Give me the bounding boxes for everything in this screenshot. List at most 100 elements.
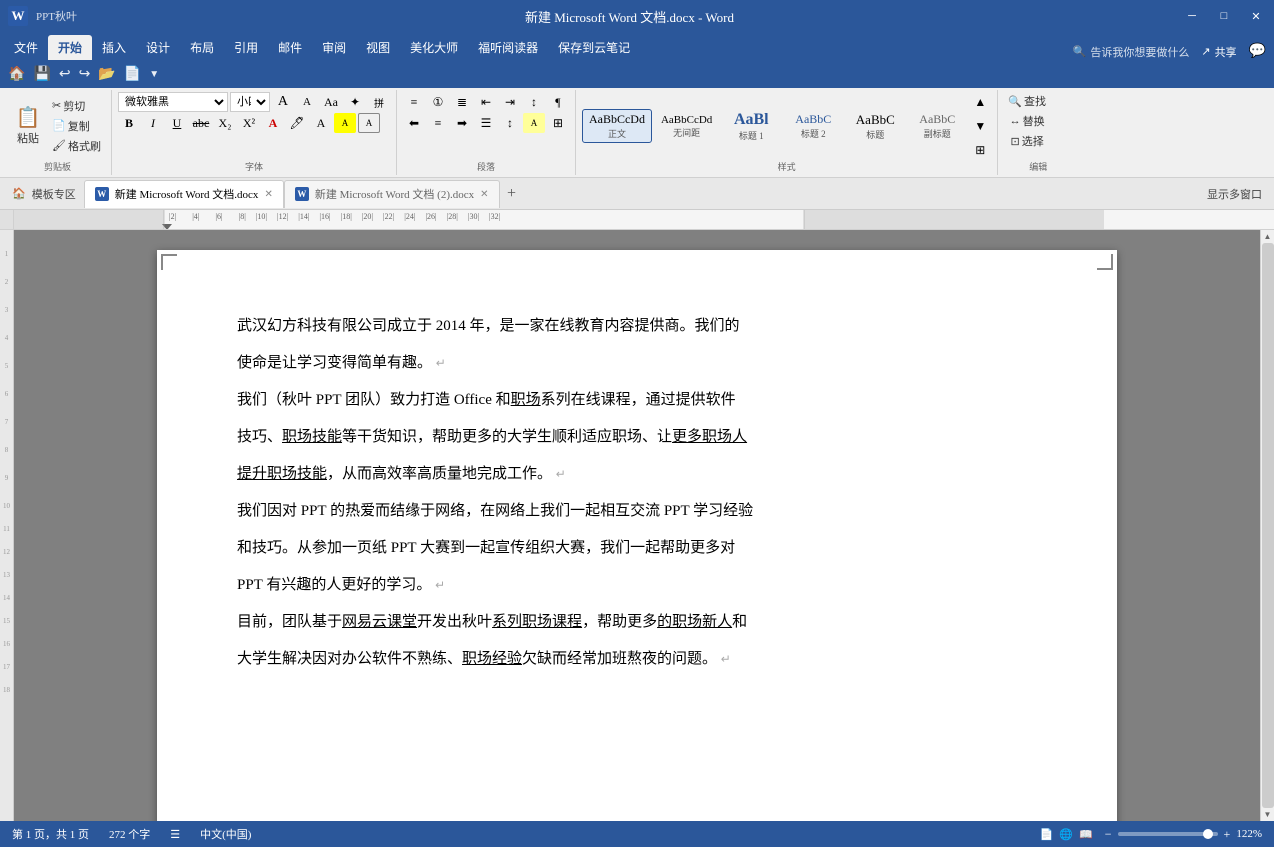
minimize-button[interactable]: ─ xyxy=(1182,6,1202,26)
document-scroll-area[interactable]: 武汉幻方科技有限公司成立于 2014 年，是一家在线教育内容提供商。我们的 使命… xyxy=(14,230,1260,821)
text-shading-button[interactable]: A xyxy=(334,113,356,133)
wubi-button[interactable]: 拼 xyxy=(368,92,390,112)
tab-layout[interactable]: 布局 xyxy=(180,35,224,60)
style-no-spacing[interactable]: AaBbCcDd 无间距 xyxy=(654,111,719,142)
search-bar[interactable]: 🔍 告诉我你想要做什么 xyxy=(1073,44,1190,60)
show-marks-button[interactable]: ¶ xyxy=(547,92,569,112)
home-icon[interactable]: 🏠 xyxy=(8,66,25,83)
para-1-text: 武汉幻方科技有限公司成立于 2014 年，是一家在线教育内容提供商。我们的 xyxy=(237,318,740,334)
increase-indent-button[interactable]: ⇥ xyxy=(499,92,521,112)
border-button[interactable]: A xyxy=(358,113,380,133)
replace-button[interactable]: ↔ 替换 xyxy=(1006,112,1049,130)
text-effect-button[interactable]: A xyxy=(310,113,332,133)
style-normal[interactable]: AaBbCcDd 正文 xyxy=(582,109,652,143)
underline-button[interactable]: U xyxy=(166,113,188,133)
line-spacing-button[interactable]: ↕ xyxy=(499,113,521,133)
scrollbar-down[interactable]: ▼ xyxy=(1264,810,1272,819)
add-tab-button[interactable]: + xyxy=(500,182,524,206)
strikethrough-button[interactable]: abc xyxy=(190,113,212,133)
zoom-out-button[interactable]: − xyxy=(1105,827,1112,842)
change-case-button[interactable]: Aa xyxy=(320,92,342,112)
tab-references[interactable]: 引用 xyxy=(224,35,268,60)
tab-home[interactable]: 开始 xyxy=(48,35,92,60)
print-view-button[interactable]: 📄 xyxy=(1040,828,1054,841)
template-area-button[interactable]: 🏠 模板专区 xyxy=(4,186,84,202)
save-button-qa[interactable]: 💾 xyxy=(33,66,50,83)
multi-window-button[interactable]: 显示多窗口 xyxy=(1199,186,1270,202)
paste-button[interactable]: 📋 粘贴 xyxy=(10,103,46,148)
maximize-button[interactable]: □ xyxy=(1214,6,1234,26)
read-view-button[interactable]: 📖 xyxy=(1079,828,1093,841)
font-color-button[interactable]: A xyxy=(262,113,284,133)
vertical-scrollbar[interactable]: ▲ ▼ xyxy=(1260,230,1274,821)
para-5-rest: ，从而高效率高质量地完成工作。 xyxy=(327,466,552,482)
style-h2[interactable]: AaBbC 标题 2 xyxy=(783,109,843,143)
font-shrink-button[interactable]: A xyxy=(296,92,318,112)
copy-button[interactable]: 📄 复制 xyxy=(48,117,105,135)
select-label: 选择 xyxy=(1022,133,1044,149)
align-left-button[interactable]: ⬅ xyxy=(403,113,425,133)
close-button[interactable]: ✕ xyxy=(1246,6,1266,26)
comment-icon[interactable]: 💬 xyxy=(1249,43,1266,60)
web-view-button[interactable]: 🌐 xyxy=(1059,828,1073,841)
style-subtitle[interactable]: AaBbC 副标题 xyxy=(907,109,967,143)
scrollbar-up[interactable]: ▲ xyxy=(1264,232,1272,241)
tab-beautify[interactable]: 美化大师 xyxy=(400,35,468,60)
styles-more-button[interactable]: ⊞ xyxy=(969,140,991,160)
undo-button[interactable]: ↩ xyxy=(59,66,71,83)
find-button[interactable]: 🔍 查找 xyxy=(1004,92,1050,110)
clear-format-button[interactable]: ✦ xyxy=(344,92,366,112)
para-4-text: 技巧、职场技能等干货知识，帮助更多的大学生顺利适应职场、让更多职场人 xyxy=(237,429,747,445)
tab-mailings[interactable]: 邮件 xyxy=(268,35,312,60)
document-content[interactable]: 武汉幻方科技有限公司成立于 2014 年，是一家在线教育内容提供商。我们的 使命… xyxy=(237,310,1037,676)
tab-view[interactable]: 视图 xyxy=(356,35,400,60)
open-button-qa[interactable]: 📂 xyxy=(98,66,115,83)
decrease-indent-button[interactable]: ⇤ xyxy=(475,92,497,112)
font-name-select[interactable]: 微软雅黑 xyxy=(118,92,228,112)
numbering-button[interactable]: ① xyxy=(427,92,449,112)
tab-insert[interactable]: 插入 xyxy=(92,35,136,60)
font-size-select[interactable]: 小四 xyxy=(230,92,270,112)
doc-tab-2[interactable]: W 新建 Microsoft Word 文档 (2).docx ✕ xyxy=(284,180,500,208)
sort-button[interactable]: ↕ xyxy=(523,92,545,112)
para-8-mark: ↵ xyxy=(435,578,445,592)
redo-button[interactable]: ↪ xyxy=(79,66,91,83)
style-h1[interactable]: AaBl 标题 1 xyxy=(721,108,781,145)
justify-button[interactable]: ☰ xyxy=(475,113,497,133)
doc-tab-2-close[interactable]: ✕ xyxy=(480,189,488,200)
select-button[interactable]: ⊡ 选择 xyxy=(1007,132,1048,150)
align-center-button[interactable]: ≡ xyxy=(427,113,449,133)
font-grow-button[interactable]: A xyxy=(272,92,294,112)
zoom-slider[interactable] xyxy=(1118,832,1218,836)
tab-review[interactable]: 审阅 xyxy=(312,35,356,60)
status-right: 📄 🌐 📖 − + 122% xyxy=(1040,827,1262,842)
doc-tab-2-icon: W xyxy=(295,187,309,201)
scrollbar-thumb[interactable] xyxy=(1262,243,1274,808)
doc-tab-1[interactable]: W 新建 Microsoft Word 文档.docx ✕ xyxy=(84,180,284,208)
shading-button[interactable]: A xyxy=(523,113,545,133)
styles-scroll-up[interactable]: ▲ xyxy=(969,92,991,112)
styles-scroll-down[interactable]: ▼ xyxy=(969,116,991,136)
new-button-qa[interactable]: 📄 xyxy=(124,66,141,83)
italic-button[interactable]: I xyxy=(142,113,164,133)
tab-file[interactable]: 文件 xyxy=(4,35,48,60)
format-painter-button[interactable]: 🖌 格式刷 xyxy=(48,137,105,155)
tab-cloud[interactable]: 保存到云笔记 xyxy=(548,35,640,60)
superscript-button[interactable]: X² xyxy=(238,113,260,133)
subscript-button[interactable]: X₂ xyxy=(214,113,236,133)
tab-design[interactable]: 设计 xyxy=(136,35,180,60)
zoom-slider-thumb[interactable] xyxy=(1203,829,1213,839)
borders-button[interactable]: ⊞ xyxy=(547,113,569,133)
customize-qa-icon[interactable]: ▼ xyxy=(149,69,159,80)
align-right-button[interactable]: ➡ xyxy=(451,113,473,133)
multilevel-list-button[interactable]: ≣ xyxy=(451,92,473,112)
bold-button[interactable]: B xyxy=(118,113,140,133)
share-button[interactable]: ↗ 共享 xyxy=(1201,44,1236,60)
doc-tab-1-close[interactable]: ✕ xyxy=(264,189,272,200)
cut-button[interactable]: ✂ 剪切 xyxy=(48,97,105,115)
style-title[interactable]: AaBbC 标题 xyxy=(845,109,905,144)
zoom-in-button[interactable]: + xyxy=(1224,827,1231,842)
bullets-button[interactable]: ≡ xyxy=(403,92,425,112)
tab-reader[interactable]: 福听阅读器 xyxy=(468,35,548,60)
highlight-color-button[interactable]: 🖊 xyxy=(286,113,308,133)
